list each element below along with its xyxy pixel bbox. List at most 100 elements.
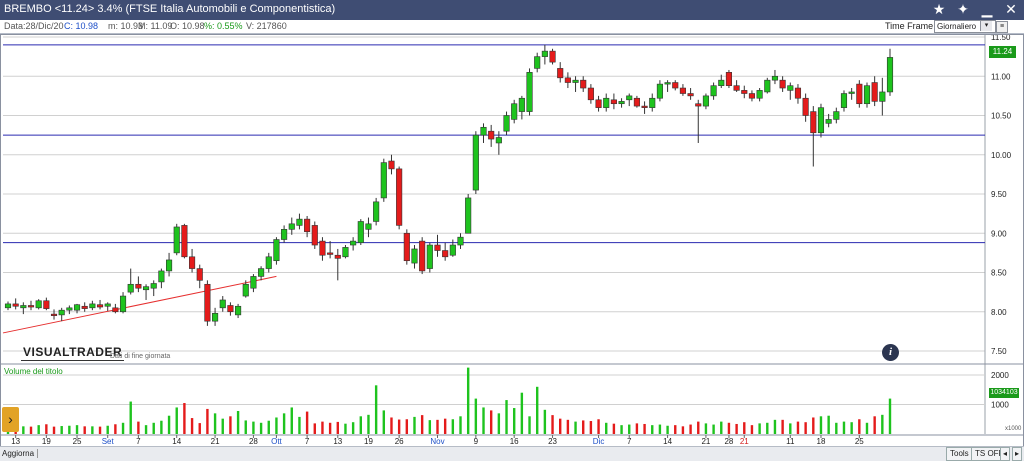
candle-body	[733, 85, 740, 91]
volume-bar	[106, 425, 109, 434]
candle-body	[334, 254, 341, 259]
candle-body	[27, 305, 35, 308]
candle-body	[227, 305, 234, 313]
candle-body	[135, 283, 142, 289]
volume-bar	[835, 422, 838, 434]
volume-bar	[282, 413, 286, 434]
volume-bar	[865, 422, 869, 434]
volume-bar	[743, 422, 746, 434]
y-tick-label: 10.50	[991, 112, 1012, 121]
candle-body	[641, 105, 648, 108]
candle-body	[388, 160, 395, 170]
candle-body	[66, 307, 73, 311]
volume-bar	[574, 421, 577, 434]
candle-body	[518, 97, 525, 112]
volume-bar	[881, 414, 884, 434]
candle-body	[848, 91, 855, 94]
volume-unit-label: x1000	[1005, 426, 1022, 432]
volume-bar	[91, 426, 94, 434]
volume-bar	[305, 411, 309, 434]
volume-bar	[543, 409, 547, 434]
x-tick-label: 19	[42, 437, 51, 446]
volume-bar	[812, 417, 815, 434]
candle-body	[626, 95, 633, 101]
x-tick-label: 7	[627, 437, 632, 446]
volume-bar	[666, 425, 669, 434]
volume-bar	[221, 418, 224, 434]
volume-bar	[144, 425, 148, 434]
volume-bar	[819, 416, 823, 434]
volume-bar	[750, 425, 754, 434]
volume-bar	[873, 416, 876, 434]
candle-body	[756, 90, 763, 99]
candle-body	[656, 83, 663, 99]
y-tick-label: 11.00	[991, 72, 1011, 81]
candle-body	[825, 119, 832, 124]
candle-body	[879, 91, 886, 102]
volume-bar	[520, 392, 524, 434]
candle-body	[725, 72, 733, 86]
price-chart[interactable]: 11.50 11.00 10.50 10.00 9.50 9.00 8.50 8.00 7.50…	[0, 0, 1024, 446]
candle-body	[549, 50, 556, 63]
candle-body	[480, 126, 487, 136]
candle-body	[488, 130, 495, 140]
x-tick-label: Set	[102, 437, 115, 446]
candle-body	[265, 256, 272, 269]
candle-body	[695, 103, 702, 107]
candle-body	[73, 304, 81, 311]
candle-body	[787, 85, 794, 91]
candle-body	[142, 286, 150, 291]
x-tick-label: 11	[786, 437, 795, 446]
arrow-right-icon[interactable]: ▸	[1012, 447, 1023, 461]
volume-bar	[367, 414, 370, 434]
volume-bar	[298, 416, 301, 434]
x-tick-label: 28	[724, 437, 733, 446]
volume-bar	[206, 408, 209, 434]
refresh-button[interactable]: Aggiorna	[2, 449, 39, 458]
volume-bar	[796, 421, 800, 434]
candle-body	[119, 295, 127, 313]
x-tick-label: 28	[249, 437, 258, 446]
candle-body	[181, 225, 188, 258]
volume-bar	[37, 425, 40, 434]
candle-body	[288, 223, 295, 230]
candle-body	[50, 313, 58, 316]
volume-bar	[789, 423, 792, 434]
volume-bar	[474, 398, 478, 434]
candle-body	[127, 283, 134, 293]
volume-bar	[643, 423, 646, 434]
volume-bar	[536, 386, 539, 434]
candle-body	[311, 225, 318, 246]
y-tick-label: 11.50	[991, 33, 1011, 42]
x-tick-label: 9	[474, 437, 479, 446]
candle-body	[457, 236, 464, 246]
arrow-left-icon[interactable]: ◂	[1000, 447, 1011, 461]
candle-body	[281, 229, 288, 240]
volume-bar	[428, 420, 432, 434]
volume-bar	[359, 416, 362, 434]
chevron-right-icon[interactable]: ›	[2, 407, 19, 432]
tools-button[interactable]: Tools	[946, 447, 973, 461]
candle-body	[81, 305, 88, 309]
candle-body	[442, 250, 449, 258]
info-icon[interactable]: i	[882, 344, 899, 361]
candle-body	[434, 244, 441, 251]
candle-body	[810, 111, 817, 134]
candle-body	[196, 268, 203, 281]
candle-body	[380, 162, 387, 199]
volume-bar	[566, 419, 570, 434]
candle-body	[158, 270, 165, 283]
candle-body	[649, 97, 656, 108]
volume-bar	[405, 419, 409, 434]
x-tick-label: Ott	[271, 437, 282, 446]
volume-bar	[727, 422, 731, 434]
volume-bar	[489, 410, 493, 434]
volume-bar	[167, 415, 171, 434]
volume-bar	[52, 426, 56, 434]
candle-body	[235, 305, 242, 316]
candle-body	[587, 87, 594, 101]
last-volume-tag: 1034103	[989, 388, 1019, 398]
volume-bar	[459, 416, 462, 434]
y-tick-label: 9.50	[991, 190, 1007, 199]
candle-body	[802, 97, 809, 116]
